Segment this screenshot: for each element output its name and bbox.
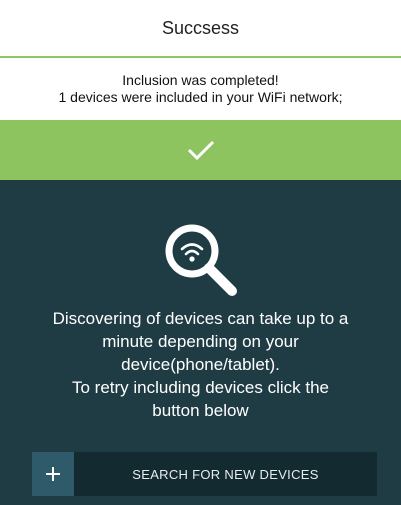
message-line-1: Inclusion was completed! [122,72,279,88]
message-line-2: 1 devices were included in your WiFi net… [58,89,343,105]
plus-icon [32,452,74,496]
page-title: Succsess [161,17,240,38]
checkmark-icon [187,140,214,161]
success-message: Inclusion was completed! 1 devices were … [0,58,401,120]
discovery-panel: Discovering of devices can take up to a … [0,180,401,505]
search-new-devices-button[interactable]: SEARCH FOR NEW DEVICES [32,452,377,496]
search-new-devices-label: SEARCH FOR NEW DEVICES [132,466,319,482]
header: Succsess [0,0,401,58]
description-line: To retry including devices click the [71,378,329,397]
success-band [0,120,401,180]
search-wifi-icon [156,217,246,307]
description-line: button below [152,401,249,420]
description-line: Discovering of devices can take up to a [52,309,349,328]
description-line: minute depending on your [102,332,299,351]
discovery-description: Discovering of devices can take up to a … [0,307,401,422]
description-line: device(phone/tablet). [121,355,280,374]
